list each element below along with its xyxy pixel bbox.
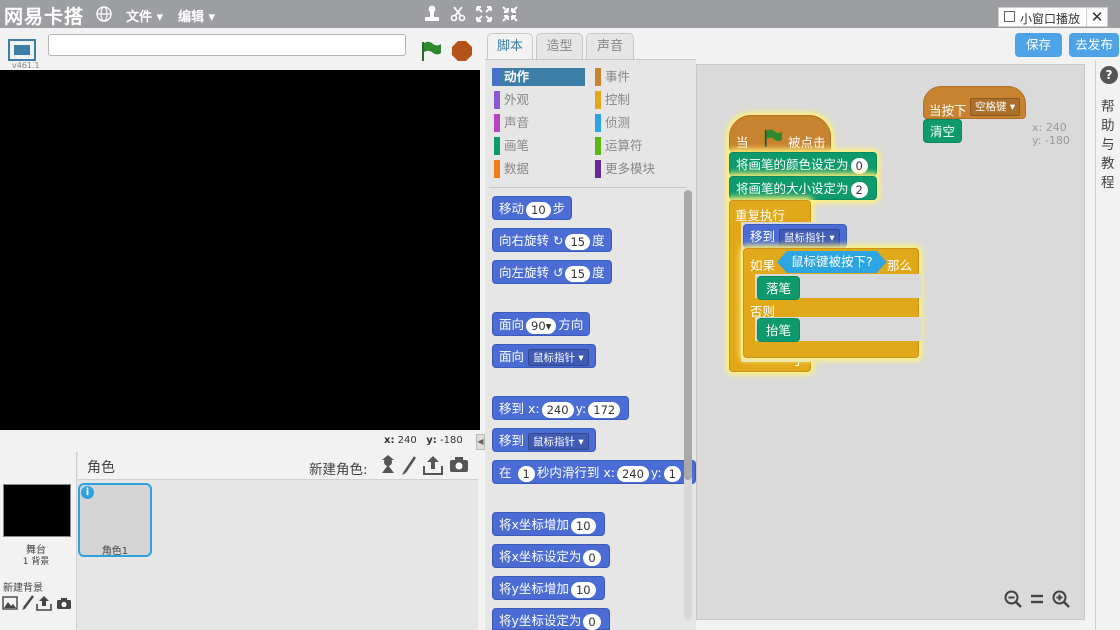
window-icon [1004, 11, 1015, 22]
paint-backdrop-icon[interactable] [21, 595, 35, 611]
block-set-y[interactable]: 将y坐标设定为 0 [492, 608, 610, 630]
top-bar: 网易卡搭 文件 ▾ 编辑 ▾ 小窗口播放 ✕ [0, 0, 1120, 28]
sprites-title: 角色 [87, 460, 115, 476]
shrink-icon[interactable] [500, 4, 520, 24]
mouse-coordinates: x: 240 y: -180 [384, 435, 463, 446]
duplicate-stamp-icon[interactable] [422, 4, 442, 24]
help-tips-label[interactable]: 帮助与教程 [1101, 98, 1117, 193]
tab-costumes[interactable]: 造型 [536, 33, 583, 59]
camera-sprite-icon[interactable] [449, 456, 469, 473]
category-control[interactable]: 控制 [595, 91, 630, 109]
sprite-header [78, 452, 478, 480]
camera-backdrop-icon[interactable] [56, 597, 72, 610]
app-logo: 网易卡搭 [4, 6, 85, 28]
category-motion[interactable]: 动作 [494, 68, 529, 86]
sprite-library-icon[interactable] [378, 455, 398, 475]
block-point-towards[interactable]: 面向 鼠标指针 ▾ [492, 344, 596, 368]
block-mouse-down[interactable]: 鼠标键被按下? [777, 251, 887, 273]
backdrop-library-icon[interactable] [2, 596, 18, 610]
block-change-y[interactable]: 将y坐标增加 10 [492, 576, 605, 600]
block-pen-up[interactable]: 抬笔 [757, 318, 801, 342]
palette-divider [489, 187, 687, 188]
publish-button[interactable]: 去发布 [1069, 33, 1119, 57]
block-when-flag-clicked[interactable]: 当 被点击 [729, 115, 831, 152]
new-sprite-label: 新建角色: [309, 462, 368, 478]
rotate-left-icon: ↺ [553, 265, 564, 280]
version-label: v461.1 [12, 61, 40, 70]
rotate-right-icon: ↻ [553, 233, 564, 248]
block-goto-mouse[interactable]: 移到 鼠标指针 ▾ [743, 224, 847, 248]
new-backdrop-label: 新建背景 [3, 583, 43, 594]
category-looks[interactable]: 外观 [494, 91, 529, 109]
save-button[interactable]: 保存 [1015, 33, 1062, 57]
help-icon[interactable]: ? [1100, 66, 1118, 84]
category-data[interactable]: 数据 [494, 160, 529, 178]
block-goto[interactable]: 移到 鼠标指针 ▾ [492, 428, 596, 452]
block-point-in-direction[interactable]: 面向 90▾ 方向 [492, 312, 591, 336]
block-when-key-pressed[interactable]: 当按下 空格键 ▾ [923, 86, 1026, 119]
upload-backdrop-icon[interactable] [36, 595, 52, 611]
close-icon[interactable]: ✕ [1086, 7, 1108, 27]
block-move-steps[interactable]: 移动 10 步 [492, 196, 573, 220]
category-sensing[interactable]: 侦测 [595, 114, 630, 132]
language-globe-icon[interactable] [96, 6, 112, 22]
menu-edit[interactable]: 编辑 ▾ [178, 6, 215, 25]
sprite-thumbnail-sprite1[interactable]: i 角色1 [78, 483, 152, 557]
category-operators[interactable]: 运算符 [595, 137, 643, 155]
sprite-x-readout: x: 240 [1032, 121, 1067, 134]
zoom-in-icon[interactable] [1052, 590, 1070, 608]
info-icon[interactable]: i [81, 486, 94, 499]
menu-file[interactable]: 文件 ▾ [126, 6, 163, 25]
collapse-stage-toggle[interactable]: ◀ [476, 434, 485, 450]
category-more-blocks[interactable]: 更多模块 [595, 160, 655, 178]
block-glide[interactable]: 在 1 秒内滑行到 x: 240 y: 1 [492, 460, 696, 484]
palette-scrollbar[interactable] [684, 190, 692, 620]
block-change-x[interactable]: 将x坐标增加 10 [492, 512, 605, 536]
grow-icon[interactable] [474, 4, 494, 24]
stage-canvas[interactable] [0, 70, 480, 430]
category-events[interactable]: 事件 [595, 68, 630, 86]
block-turn-right[interactable]: 向右旋转 ↻ 15 度 [492, 228, 612, 252]
zoom-out-icon[interactable] [1004, 590, 1022, 608]
zoom-reset-icon[interactable] [1029, 591, 1045, 607]
green-flag-icon[interactable] [420, 40, 442, 62]
tab-sounds[interactable]: 声音 [586, 33, 634, 59]
stage-thumbnail[interactable] [3, 484, 71, 537]
fullscreen-icon[interactable] [8, 39, 36, 61]
upload-sprite-icon[interactable] [423, 455, 443, 475]
block-set-pen-size[interactable]: 将画笔的大小设定为 2 [729, 176, 877, 200]
project-title-input[interactable] [48, 34, 406, 56]
delete-scissors-icon[interactable] [448, 4, 468, 24]
sprite-y-readout: y: -180 [1032, 134, 1070, 147]
tab-scripts[interactable]: 脚本 [487, 33, 533, 60]
category-pen[interactable]: 画笔 [494, 137, 529, 155]
backdrop-count: 1 背景 [22, 557, 50, 567]
block-turn-left[interactable]: 向左旋转 ↺ 15 度 [492, 260, 612, 284]
block-set-x[interactable]: 将x坐标设定为 0 [492, 544, 610, 568]
block-pen-down[interactable]: 落笔 [757, 276, 801, 300]
stop-icon[interactable] [451, 40, 473, 62]
block-clear[interactable]: 清空 [923, 119, 963, 143]
green-flag-icon [763, 128, 783, 148]
category-sound[interactable]: 声音 [494, 114, 529, 132]
block-goto-xy[interactable]: 移到 x: 240 y: 172 [492, 396, 630, 420]
paint-sprite-icon[interactable] [401, 456, 417, 476]
sprite-name: 角色1 [101, 546, 129, 557]
block-set-pen-color[interactable]: 将画笔的颜色设定为 0 [729, 152, 877, 176]
